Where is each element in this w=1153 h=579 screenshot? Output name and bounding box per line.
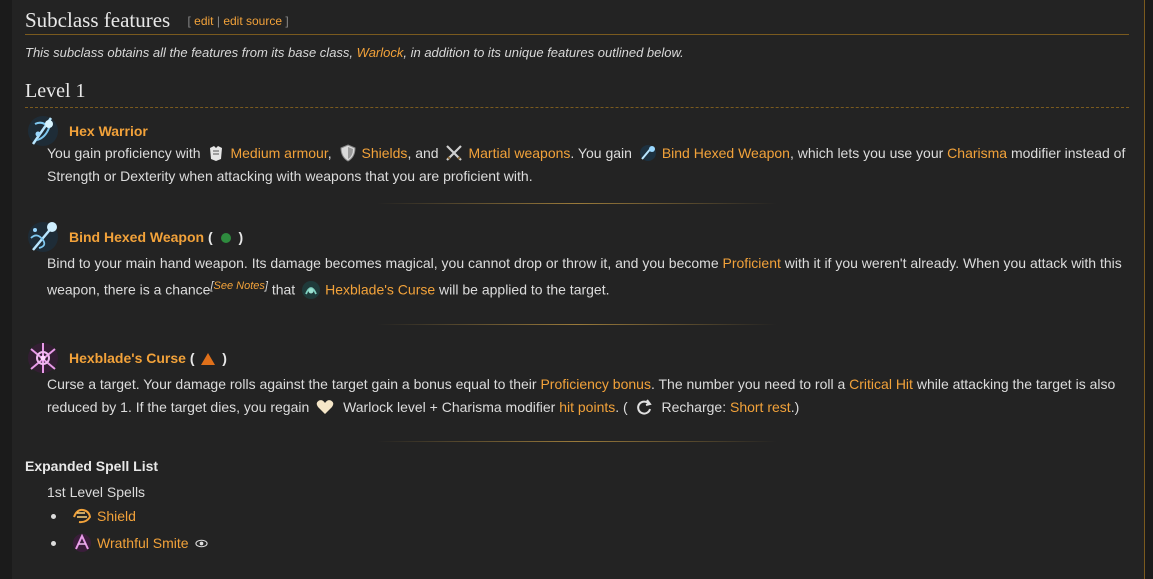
recharge-icon [636,399,652,415]
bind-hexed-weapon-title[interactable]: Bind Hexed Weapon [69,229,204,245]
wrathful-smite-icon [73,533,91,552]
feature-hexblades-curse: Hexblade's Curse ( ) Curse a target. You… [25,339,1129,419]
feature-header: Hexblade's Curse ( ) [25,339,1129,373]
bind-hexed-weapon-link[interactable]: Bind Hexed Weapon [662,145,790,161]
level-title: Level 1 [25,80,86,102]
intro-post: , in addition to its unique features out… [403,45,684,60]
bonus-action-icon [201,352,216,365]
medium-armour-icon [210,146,223,162]
paren-open: ( [207,229,213,245]
note-bracket-close: ] [264,280,268,292]
level-heading: Level 1 [25,80,1129,108]
text-segment: , [327,145,332,161]
text-segment: will be applied to the target. [439,281,610,298]
text-segment: . You gain [570,145,632,161]
shield-icon [340,144,356,162]
bullet [51,513,56,519]
charisma-link[interactable]: Charisma [947,145,1007,161]
feature-header: Bind Hexed Weapon ( ) [25,218,1129,252]
text-segment: . ( [615,398,628,415]
paren-close: ) [222,349,227,366]
concentration-icon [195,540,209,548]
see-notes: [See Notes] [210,280,268,292]
martial-weapons-link[interactable]: Martial weapons [468,145,570,161]
feature-divider [377,440,777,442]
expanded-spell-list-title: Expanded Spell List [25,457,159,474]
text-segment: Warlock level + Charisma modifier [343,398,556,415]
feature-hex-warrior: Hex Warrior You gain proficiency with Me… [25,112,1129,188]
hexblades-curse-small-icon [302,280,321,299]
see-notes-link[interactable]: See Notes [214,280,265,292]
paren-close: ) [238,229,244,245]
shield-spell-icon [73,508,92,524]
heart-icon [316,400,334,414]
text-segment: Curse a target. Your damage rolls agains… [47,375,537,392]
hexblades-curse-description: Curse a target. Your damage rolls agains… [47,373,1129,419]
wrathful-smite-link[interactable]: Wrathful Smite [97,535,189,551]
section-heading: Subclass features [ edit | edit source ] [25,0,1129,35]
feature-bind-hexed-weapon: Bind Hexed Weapon ( ) Bind to your main … [25,218,1129,302]
text-segment: You gain proficiency with [47,145,201,161]
hex-warrior-icon [28,116,58,146]
feature-title-group: Hexblade's Curse ( ) [69,350,227,366]
text-segment: .) [790,398,800,415]
feature-divider [377,323,777,325]
hex-warrior-title[interactable]: Hex Warrior [69,123,148,139]
feature-title-group: Bind Hexed Weapon ( ) [69,229,243,245]
spell-level-label: 1st Level Spells [47,483,146,500]
edit-links: [ edit | edit source ] [187,14,288,28]
edit-separator: | [216,14,220,28]
shield-spell-link[interactable]: Shield [97,508,136,524]
feature-header: Hex Warrior [25,112,1129,146]
bind-hexed-weapon-icon [28,222,58,252]
short-rest-link[interactable]: Short rest [730,399,791,415]
edit-link[interactable]: edit [194,14,213,28]
hit-points-link[interactable]: hit points [559,399,615,415]
edit-bracket-close: ] [285,14,289,28]
crossed-swords-icon [446,145,463,162]
section-title: Subclass features [25,8,171,32]
text-segment: , and [407,145,439,161]
paren-open: ( [189,349,195,366]
list-item: Wrathful Smite [51,530,1129,557]
hexblades-curse-title[interactable]: Hexblade's Curse [69,350,186,366]
hexblades-curse-icon [28,342,58,373]
hex-warrior-description: You gain proficiency with Medium armour,… [47,142,1129,188]
edit-bracket-open: [ [187,14,191,28]
text-segment: . The number you need to roll a [650,375,846,392]
critical-hit-link[interactable]: Critical Hit [849,376,913,392]
article-content: Subclass features [ edit | edit source ]… [25,0,1129,557]
text-segment: , which lets you use your [789,145,944,161]
proficiency-bonus-link[interactable]: Proficiency bonus [540,376,651,392]
left-page-strip [0,0,12,579]
intro-pre: This subclass obtains all the features f… [25,45,357,60]
proficient-link[interactable]: Proficient [723,255,781,271]
list-item: Shield [51,503,1129,530]
shields-link[interactable]: Shields [362,145,408,161]
spell-list: Shield Wrathful Smite [51,503,1129,557]
feature-divider [377,203,777,204]
bind-hexed-weapon-description: Bind to your main hand weapon. Its damag… [47,252,1129,302]
warlock-link[interactable]: Warlock [357,45,404,60]
edit-source-link[interactable]: edit source [223,14,282,28]
hexblades-curse-link[interactable]: Hexblade's Curse [325,282,435,298]
text-segment: that [271,281,296,298]
right-page-strip [1145,0,1153,579]
bullet [51,540,56,546]
bind-hexed-weapon-small-icon [639,145,656,162]
text-segment: Bind to your main hand weapon. Its damag… [47,255,719,271]
action-icon [220,233,231,244]
text-segment: Recharge: [661,398,727,415]
medium-armour-link[interactable]: Medium armour [230,145,327,161]
intro-text: This subclass obtains all the features f… [25,45,1129,60]
right-border-line [1144,0,1145,579]
